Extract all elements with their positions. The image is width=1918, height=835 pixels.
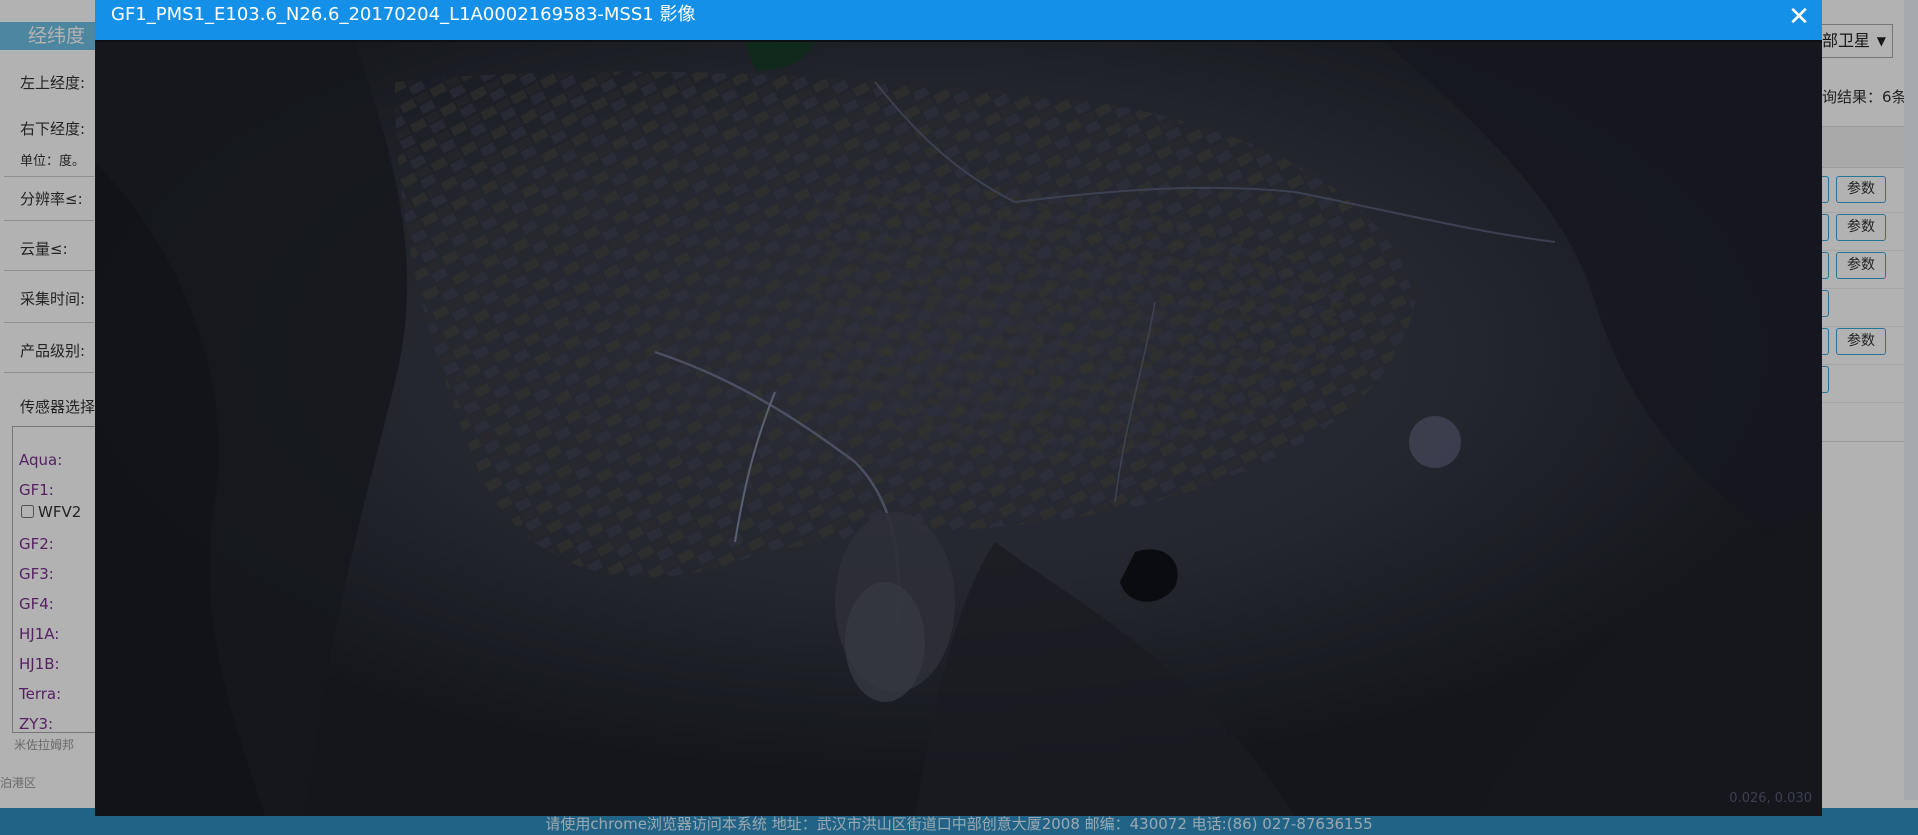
modal-title: GF1_PMS1_E103.6_N26.6_20170204_L1A000216… xyxy=(111,4,696,25)
satellite-image-graphic xyxy=(95,42,1822,816)
image-preview-modal: GF1_PMS1_E103.6_N26.6_20170204_L1A000216… xyxy=(95,0,1822,816)
page: 经纬度 左上经度: 右下经度: 单位：度。 分辨率≤: 云量≤: 采集时间: 产… xyxy=(0,0,1918,835)
modal-header: GF1_PMS1_E103.6_N26.6_20170204_L1A000216… xyxy=(95,0,1822,40)
coordinate-readout: 0.026, 0.030 xyxy=(1729,791,1812,806)
close-icon[interactable]: ✕ xyxy=(1783,2,1815,32)
satellite-image[interactable]: 0.026, 0.030 xyxy=(95,42,1822,816)
